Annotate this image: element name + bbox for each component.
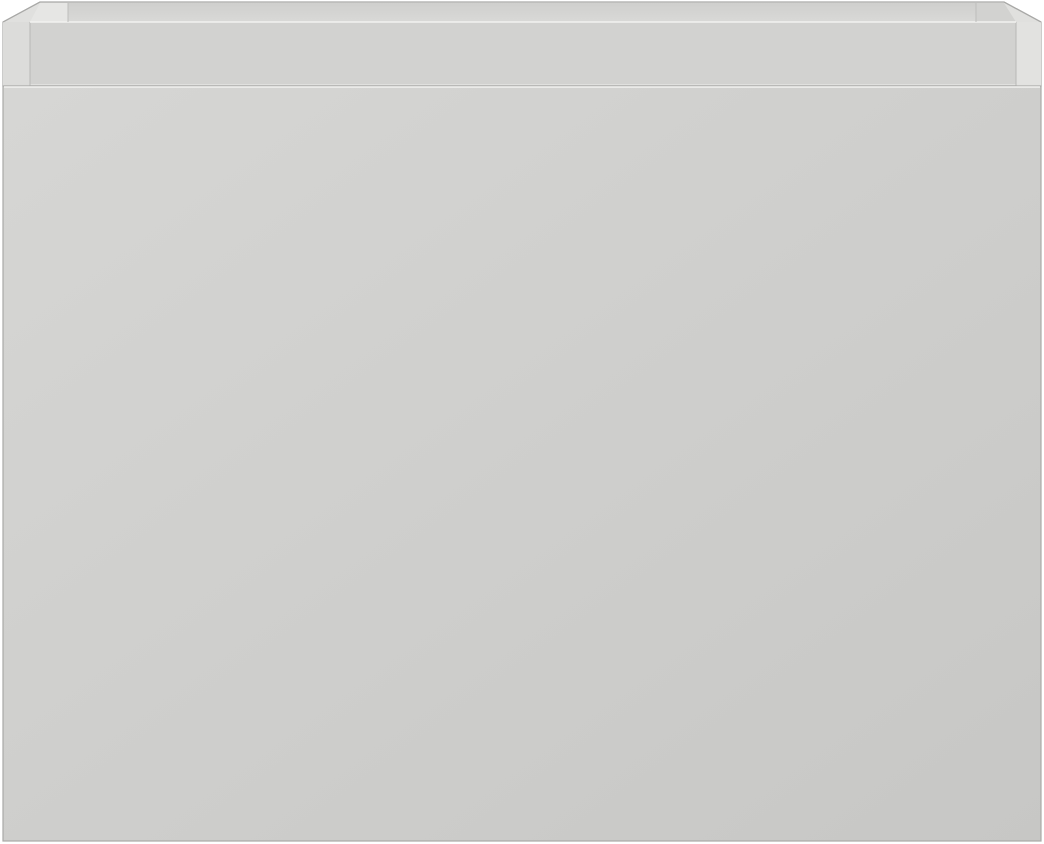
inner-band <box>30 22 1016 84</box>
left-side-post <box>3 22 30 86</box>
inner-back-wall <box>68 3 976 22</box>
right-side-post <box>1016 22 1041 86</box>
drawer-front-panel <box>2 85 1042 842</box>
drawer-scene <box>2 1 1042 842</box>
drawer-top-rim <box>2 1 1042 87</box>
